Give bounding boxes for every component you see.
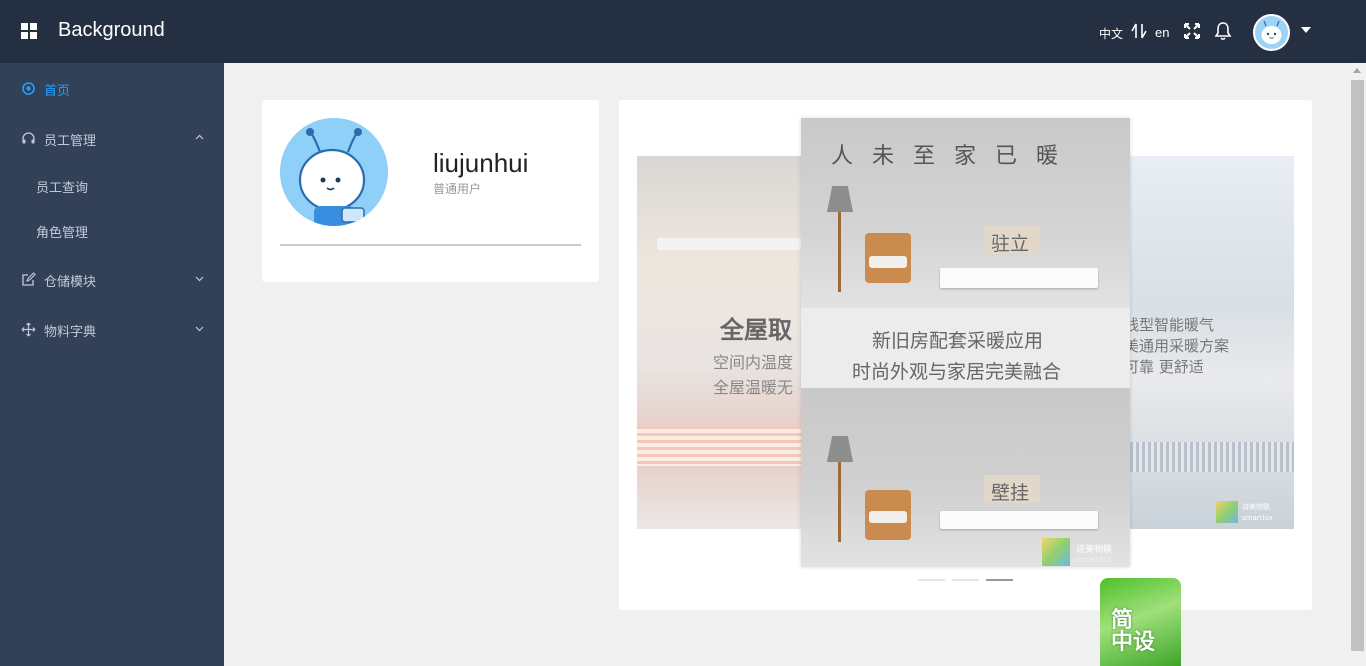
slide-headline: 人 未 至 家 已 暖 [831, 144, 1064, 169]
heater-shape [1124, 442, 1294, 472]
heater-glow [637, 426, 807, 466]
scroll-up-arrow-icon[interactable] [1353, 68, 1361, 73]
sidebar-item-employee-management[interactable]: 员工管理 [0, 113, 224, 163]
brand-logo [1216, 501, 1238, 523]
username: liujunhui [433, 148, 529, 178]
sidebar-item-label: 员工管理 [44, 134, 97, 149]
lang-zh-option[interactable]: 中文 [1099, 25, 1123, 42]
badge-text: 简 [1111, 608, 1134, 633]
edit-icon [22, 272, 36, 286]
slide-text: 可靠 更舒适 [1124, 358, 1204, 376]
heater-shape [940, 511, 1098, 529]
sidebar-item-material-dictionary[interactable]: 物料字典 [0, 304, 224, 354]
slide-tag: 壁挂 [991, 482, 1030, 504]
avatar[interactable] [1253, 14, 1290, 51]
sidebar-item-label: 员工查询 [36, 181, 89, 196]
sidebar-item-label: 首页 [44, 84, 71, 99]
chevron-down-icon [195, 276, 204, 282]
slide-text: 美通用采暖方案 [1124, 337, 1230, 355]
sidebar-item-warehouse[interactable]: 仓储模块 [0, 254, 224, 304]
grid-icon[interactable] [21, 23, 37, 39]
home-icon [22, 82, 35, 95]
user-info-card: liujunhui 普通用户 [262, 100, 599, 282]
badge-text: 中设 [1111, 630, 1156, 655]
heater-shape [940, 268, 1098, 288]
headset-icon [22, 132, 35, 144]
carousel-card: 全屋取 空间内温度 全屋温暖无 线型智能暖气 美通用采暖方案 可靠 更舒适 诗美… [619, 100, 1312, 610]
fullscreen-icon[interactable] [1183, 22, 1201, 40]
sidebar-item-employee-query[interactable]: 员工查询 [0, 163, 224, 208]
app-title: Background [58, 19, 165, 41]
sidebar-item-label: 物料字典 [44, 325, 97, 340]
brand-name: 诗美物联 [1076, 545, 1113, 555]
brand-name: smartlux [1242, 514, 1273, 522]
sidebar-item-label: 仓储模块 [44, 275, 97, 290]
slide-text: 全屋温暖无 [713, 378, 794, 397]
sidebar-item-label: 角色管理 [36, 226, 89, 241]
user-role: 普通用户 [433, 182, 482, 196]
bell-icon[interactable] [1213, 21, 1233, 41]
sidebar-item-role-management[interactable]: 角色管理 [0, 208, 224, 253]
chevron-up-icon [195, 134, 204, 140]
scrollbar[interactable] [1349, 63, 1366, 666]
lamp-stand [838, 462, 841, 542]
slide-title: 全屋取 [720, 316, 792, 344]
carousel-slide-right[interactable]: 线型智能暖气 美通用采暖方案 可靠 更舒适 诗美物联 smartlux [1124, 156, 1294, 529]
carousel-slide-left[interactable]: 全屋取 空间内温度 全屋温暖无 [637, 156, 807, 529]
language-switch-icon[interactable] [1130, 22, 1148, 40]
scrollbar-thumb[interactable] [1351, 80, 1364, 651]
sidebar: 首页 员工管理 员工查询 角色管理 仓储模块 物料字典 [0, 63, 224, 666]
chevron-down-icon [195, 326, 204, 332]
slide-text: 时尚外观与家居完美融合 [852, 361, 1062, 383]
carousel-slide-center[interactable]: 人 未 至 家 已 暖 驻立 新旧房配套采暖应用 时尚外观与家居完美融合 壁挂 … [801, 118, 1130, 567]
brand-name: smartlux [1076, 555, 1112, 564]
heater-shape [657, 238, 807, 250]
carousel-indicator-2[interactable] [952, 579, 979, 581]
caret-down-icon[interactable] [1301, 27, 1311, 33]
brand-logo [1042, 538, 1070, 566]
slide-text: 线型智能暖气 [1124, 316, 1215, 334]
slide-text: 新旧房配套采暖应用 [872, 330, 1044, 352]
slide-tag: 驻立 [991, 233, 1030, 255]
divider [280, 244, 581, 246]
user-avatar [280, 118, 388, 226]
move-icon [21, 322, 36, 337]
carousel-indicator-3[interactable] [986, 579, 1013, 581]
chair-cushion [869, 256, 907, 268]
top-header: Background 中文 en [0, 0, 1366, 63]
slide-panel-bottom [801, 388, 1130, 567]
brand-name: 诗美物联 [1242, 503, 1270, 511]
sidebar-item-home[interactable]: 首页 [0, 63, 224, 113]
chair-cushion [869, 511, 907, 523]
lamp-stand [838, 212, 841, 292]
floating-badge[interactable]: 简 中设 [1100, 578, 1181, 666]
slide-text: 空间内温度 [713, 353, 794, 372]
carousel-indicator-1[interactable] [918, 579, 945, 581]
lang-en-option[interactable]: en [1155, 25, 1169, 40]
